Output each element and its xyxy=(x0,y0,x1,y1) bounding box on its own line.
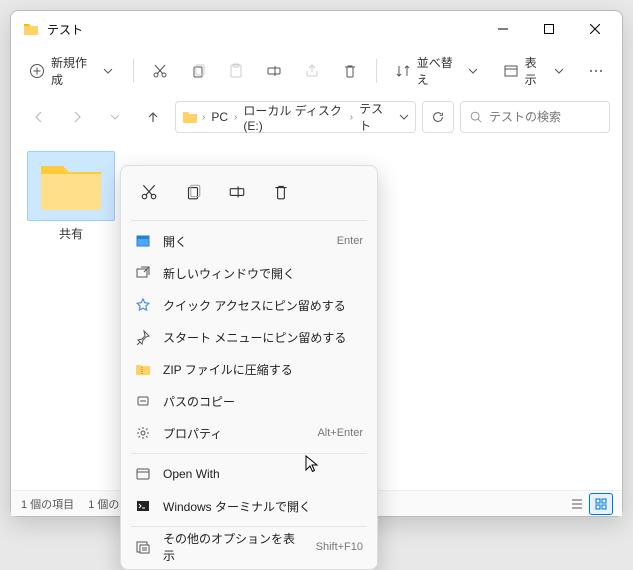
breadcrumb-folder[interactable]: テスト xyxy=(357,100,391,134)
delete-button[interactable] xyxy=(332,53,368,89)
details-view-button[interactable] xyxy=(566,494,588,514)
folder-icon xyxy=(39,160,103,212)
plus-circle-icon xyxy=(29,63,45,79)
sort-button[interactable]: 並べ替え xyxy=(385,53,491,89)
context-pin-quick[interactable]: クイック アクセスにピン留めする xyxy=(121,289,377,321)
address-bar[interactable]: › PC › ローカル ディスク (E:) › テスト xyxy=(175,101,416,133)
copy-icon xyxy=(190,63,206,79)
item-count: 1 個の項目 xyxy=(21,496,74,512)
window-title: テスト xyxy=(47,21,480,38)
paste-button[interactable] xyxy=(218,53,254,89)
rename-button[interactable] xyxy=(223,178,251,206)
selection-highlight xyxy=(27,151,115,221)
cut-button[interactable] xyxy=(135,178,163,206)
app-icon xyxy=(135,466,151,482)
open-icon xyxy=(135,233,151,249)
window-controls xyxy=(480,13,618,45)
separator xyxy=(131,453,367,454)
icons-view-button[interactable] xyxy=(590,494,612,514)
context-zip[interactable]: ZIP ファイルに圧縮する xyxy=(121,353,377,385)
search-input[interactable] xyxy=(489,110,601,124)
new-button[interactable]: 新規作成 xyxy=(19,53,125,89)
new-window-icon xyxy=(135,265,151,281)
chevron-right-icon: › xyxy=(350,112,353,123)
view-button[interactable]: 表示 xyxy=(493,53,576,89)
cut-button[interactable] xyxy=(142,53,178,89)
folder-icon xyxy=(23,21,39,37)
chevron-right-icon: › xyxy=(234,112,237,123)
share-button[interactable] xyxy=(294,53,330,89)
toolbar: 新規作成 並べ替え 表示 xyxy=(11,47,622,95)
forward-button[interactable] xyxy=(61,101,93,133)
view-label: 表示 xyxy=(525,54,546,88)
minimize-button[interactable] xyxy=(480,13,526,45)
clipboard-icon xyxy=(228,63,244,79)
breadcrumb-disk[interactable]: ローカル ディスク (E:) xyxy=(241,102,345,133)
chevron-down-icon xyxy=(100,63,114,79)
rename-button[interactable] xyxy=(256,53,292,89)
context-more-options[interactable]: その他のオプションを表示 Shift+F10 xyxy=(121,531,377,563)
separator xyxy=(131,220,367,221)
zip-icon xyxy=(135,361,151,377)
back-button[interactable] xyxy=(23,101,55,133)
breadcrumb-pc[interactable]: PC xyxy=(209,110,230,124)
refresh-button[interactable] xyxy=(422,101,454,133)
terminal-icon xyxy=(135,498,151,514)
context-menu: 開く Enter 新しいウィンドウで開く クイック アクセスにピン留めする スタ… xyxy=(120,165,378,570)
delete-button[interactable] xyxy=(267,178,295,206)
recent-button[interactable] xyxy=(99,101,131,133)
maximize-button[interactable] xyxy=(526,13,572,45)
context-open[interactable]: 開く Enter xyxy=(121,225,377,257)
navbar: › PC › ローカル ディスク (E:) › テスト xyxy=(11,95,622,139)
search-icon xyxy=(469,110,483,124)
up-button[interactable] xyxy=(137,101,169,133)
chevron-down-icon xyxy=(552,63,566,79)
divider xyxy=(133,59,134,83)
share-icon xyxy=(304,63,320,79)
more-icon xyxy=(588,63,604,79)
item-label: 共有 xyxy=(27,225,115,242)
chevron-right-icon: › xyxy=(202,112,205,123)
chevron-down-icon[interactable] xyxy=(399,112,409,122)
scissors-icon xyxy=(152,63,168,79)
copy-path-icon xyxy=(135,393,151,409)
divider xyxy=(376,59,377,83)
more-button[interactable] xyxy=(578,53,614,89)
chevron-down-icon xyxy=(466,63,480,79)
sort-label: 並べ替え xyxy=(417,54,460,88)
context-properties[interactable]: プロパティ Alt+Enter xyxy=(121,417,377,449)
close-button[interactable] xyxy=(572,13,618,45)
properties-icon xyxy=(135,425,151,441)
context-menu-icon-row xyxy=(121,172,377,216)
trash-icon xyxy=(342,63,358,79)
context-pin-start[interactable]: スタート メニューにピン留めする xyxy=(121,321,377,353)
new-label: 新規作成 xyxy=(51,54,94,88)
context-open-new-window[interactable]: 新しいウィンドウで開く xyxy=(121,257,377,289)
more-options-icon xyxy=(135,539,151,555)
search-box[interactable] xyxy=(460,101,610,133)
folder-icon xyxy=(182,109,198,125)
copy-button[interactable] xyxy=(180,53,216,89)
folder-item[interactable]: 共有 xyxy=(27,151,115,242)
context-copy-path[interactable]: パスのコピー xyxy=(121,385,377,417)
star-icon xyxy=(135,297,151,313)
rename-icon xyxy=(266,63,282,79)
titlebar: テスト xyxy=(11,11,622,47)
context-terminal[interactable]: Windows ターミナルで開く xyxy=(121,490,377,522)
pin-icon xyxy=(135,329,151,345)
context-open-with[interactable]: Open With xyxy=(121,458,377,490)
layout-icon xyxy=(503,63,519,79)
sort-icon xyxy=(395,63,411,79)
copy-button[interactable] xyxy=(179,178,207,206)
